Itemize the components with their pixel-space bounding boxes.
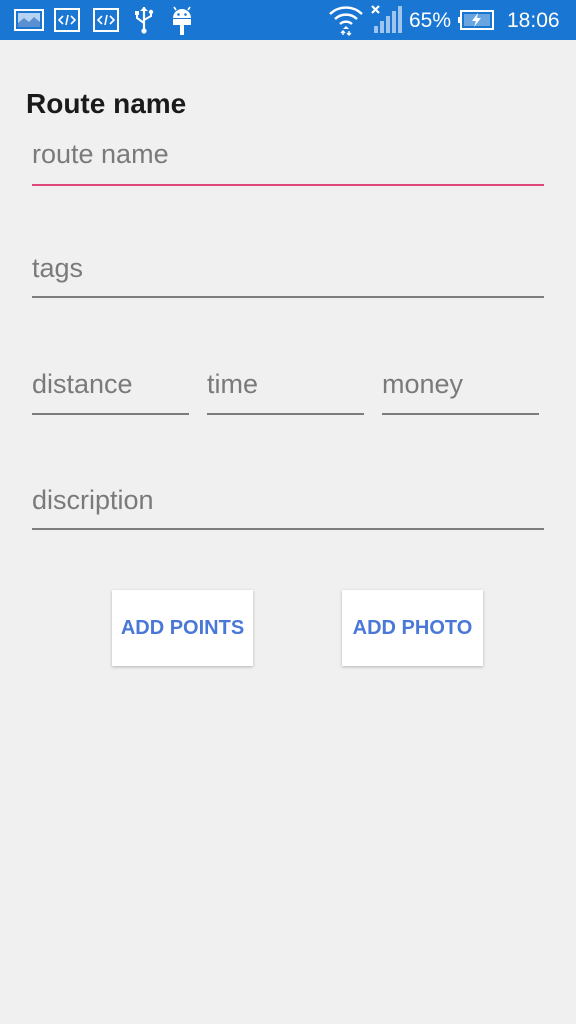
battery-percent: 65% xyxy=(409,9,452,32)
tags-input[interactable] xyxy=(32,248,544,288)
description-input[interactable] xyxy=(32,480,544,520)
money-input[interactable] xyxy=(382,364,539,404)
add-points-button[interactable]: ADD POINTS xyxy=(112,590,253,666)
tags-field[interactable] xyxy=(32,248,544,298)
code-icon xyxy=(93,8,119,32)
time-input[interactable] xyxy=(207,364,364,404)
description-field[interactable] xyxy=(32,480,544,530)
money-field[interactable] xyxy=(382,364,539,415)
code-icon xyxy=(54,8,80,32)
time-underline xyxy=(207,413,364,415)
time-field[interactable] xyxy=(207,364,364,415)
gallery-icon xyxy=(14,9,44,31)
signal-icon xyxy=(371,5,402,33)
distance-underline xyxy=(32,413,189,415)
android-icon xyxy=(173,6,191,35)
route-name-field[interactable] xyxy=(32,134,544,186)
distance-field[interactable] xyxy=(32,364,189,415)
money-underline xyxy=(382,413,539,415)
description-underline xyxy=(32,528,544,530)
status-bar: 65% 18:06 xyxy=(0,0,576,40)
distance-input[interactable] xyxy=(32,364,189,404)
clock: 18:06 xyxy=(507,9,560,32)
tags-underline xyxy=(32,296,544,298)
usb-icon xyxy=(135,7,154,34)
battery-charging-icon xyxy=(458,10,494,30)
wifi-icon xyxy=(329,6,363,36)
page-title: Route name xyxy=(26,88,187,119)
route-name-underline xyxy=(32,184,544,186)
route-name-input[interactable] xyxy=(32,134,544,174)
add-photo-button[interactable]: ADD PHOTO xyxy=(342,590,483,666)
